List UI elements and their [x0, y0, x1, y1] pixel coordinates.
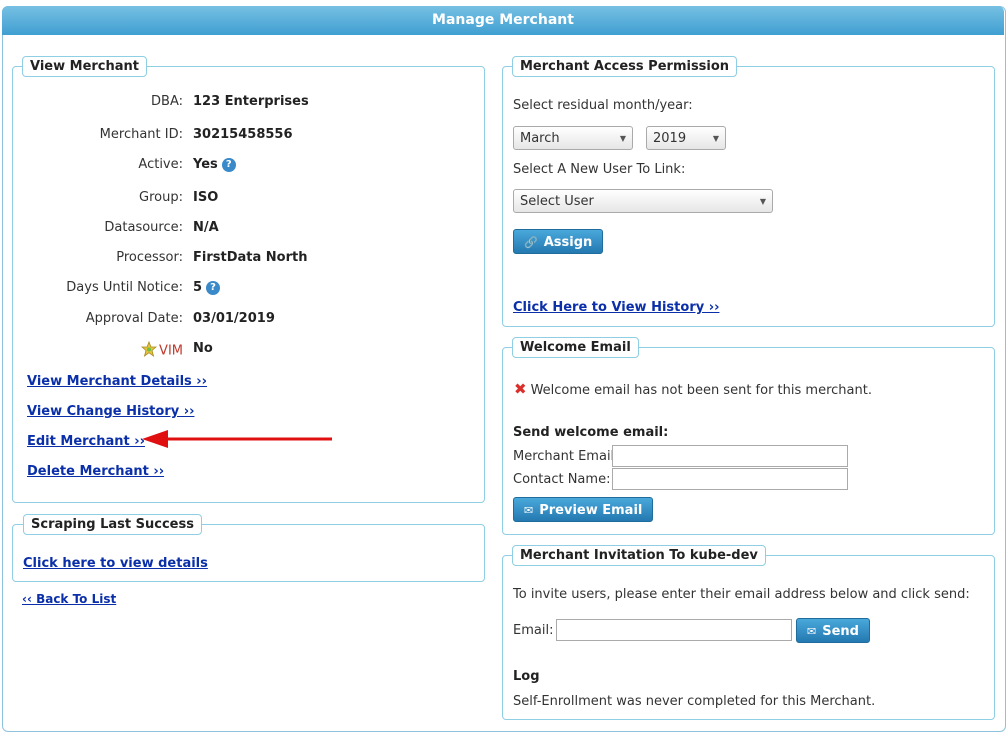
chevron-down-icon: ▼ [759, 197, 766, 206]
group-label: Group: [139, 190, 183, 205]
preview-email-button[interactable]: ✉ Preview Email [513, 497, 654, 522]
preview-email-label: Preview Email [539, 503, 643, 518]
view-merchant-details-link[interactable]: View Merchant Details ›› [27, 374, 207, 389]
invite-email-input[interactable] [556, 619, 792, 641]
year-select-value: 2019 [653, 131, 687, 146]
view-history-link[interactable]: Click Here to View History ›› [513, 300, 719, 315]
residual-label: Select residual month/year: [513, 98, 693, 113]
active-value: Yes [193, 157, 218, 172]
send-welcome-heading: Send welcome email: [513, 425, 669, 440]
send-button-label: Send [822, 624, 859, 639]
merchant-id-label: Merchant ID: [99, 127, 183, 142]
send-button[interactable]: ✉ Send [796, 618, 870, 643]
year-select[interactable]: 2019 ▼ [646, 126, 726, 150]
assign-button[interactable]: 🔗 Assign [513, 229, 604, 254]
user-label: Select A New User To Link: [513, 162, 686, 177]
scraping-details-link[interactable]: Click here to view details [23, 556, 208, 571]
envelope-icon: ✉ [524, 504, 534, 517]
dba-value: 123 Enterprises [193, 94, 309, 109]
log-text: Self-Enrollment was never completed for … [513, 694, 876, 709]
datasource-value: N/A [193, 220, 219, 235]
month-select-value: March [520, 131, 560, 146]
page-title: Manage Merchant [2, 6, 1004, 35]
processor-value: FirstData North [193, 250, 308, 265]
merchant-email-input[interactable] [612, 445, 848, 467]
invitation-instructions: To invite users, please enter their emai… [513, 587, 970, 602]
vim-value: No [193, 341, 213, 356]
invite-email-label: Email: [513, 623, 554, 638]
days-row: 5? [193, 280, 221, 295]
envelope-icon: ✉ [807, 625, 817, 638]
days-until-notice-label: Days Until Notice: [66, 280, 183, 295]
invitation-legend: Merchant Invitation To kube-dev [512, 545, 766, 566]
chevron-down-icon: ▼ [619, 134, 626, 143]
log-heading: Log [513, 669, 540, 684]
days-until-notice-value: 5 [193, 280, 203, 295]
welcome-status-row: ✖ Welcome email has not been sent for thi… [514, 380, 872, 398]
error-x-icon: ✖ [514, 380, 527, 398]
contact-name-input[interactable] [612, 468, 848, 490]
back-to-list-link[interactable]: ‹‹ Back To List [22, 592, 116, 606]
month-select[interactable]: March ▼ [513, 126, 633, 150]
merchant-email-label: Merchant Email: [513, 449, 619, 464]
help-icon[interactable]: ? [221, 157, 236, 172]
welcome-email-legend: Welcome Email [512, 337, 639, 358]
red-arrow-annotation [142, 430, 332, 448]
user-select[interactable]: Select User ▼ [513, 189, 773, 213]
assign-button-label: Assign [543, 235, 593, 250]
access-permission-legend: Merchant Access Permission [512, 56, 738, 77]
award-star-icon [140, 340, 158, 361]
scraping-legend: Scraping Last Success [23, 514, 202, 535]
active-label: Active: [138, 157, 183, 172]
datasource-label: Datasource: [104, 220, 183, 235]
user-select-value: Select User [520, 194, 594, 209]
dba-label: DBA: [151, 94, 183, 109]
processor-label: Processor: [116, 250, 183, 265]
active-row: Yes? [193, 157, 236, 172]
chevron-down-icon: ▼ [712, 134, 719, 143]
group-value: ISO [193, 190, 219, 205]
edit-merchant-link[interactable]: Edit Merchant ›› [27, 434, 145, 449]
link-icon: 🔗 [524, 236, 538, 249]
view-merchant-legend: View Merchant [22, 56, 148, 77]
view-change-history-link[interactable]: View Change History ›› [27, 404, 194, 419]
merchant-id-value: 30215458556 [193, 127, 293, 142]
help-icon[interactable]: ? [206, 280, 221, 295]
vim-label: VIM [159, 343, 183, 359]
approval-date-value: 03/01/2019 [193, 311, 275, 326]
vim-label-row: VIM [13, 340, 183, 361]
delete-merchant-link[interactable]: Delete Merchant ›› [27, 464, 164, 479]
contact-name-label: Contact Name: [513, 472, 611, 487]
approval-date-label: Approval Date: [85, 311, 183, 326]
welcome-status-text: Welcome email has not been sent for this… [530, 383, 872, 398]
